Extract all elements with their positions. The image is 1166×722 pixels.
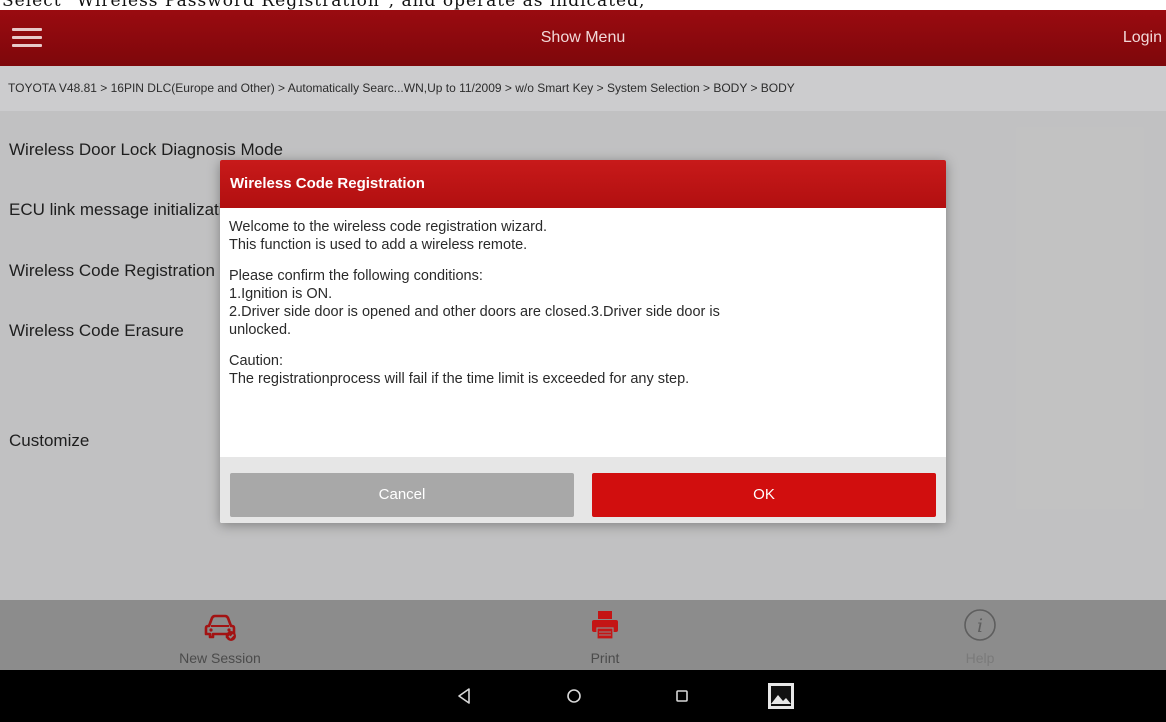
wireless-code-registration-dialog: Wireless Code Registration Welcome to th… — [220, 160, 946, 523]
ok-button[interactable]: OK — [592, 473, 936, 517]
new-session-label: New Session — [179, 650, 261, 666]
print-button[interactable]: Print — [555, 600, 655, 670]
printer-icon — [592, 611, 618, 640]
back-icon[interactable] — [450, 682, 478, 710]
svg-text:i: i — [977, 615, 983, 637]
login-button[interactable]: Login — [1123, 10, 1162, 66]
dialog-intro: Welcome to the wireless code registratio… — [229, 219, 548, 253]
breadcrumb: TOYOTA V48.81 > 16PIN DLC(Europe and Oth… — [0, 66, 1166, 111]
print-label: Print — [590, 650, 620, 666]
help-label: Help — [965, 650, 995, 666]
cancel-button[interactable]: Cancel — [230, 473, 574, 517]
dialog-body: Welcome to the wireless code registratio… — [229, 218, 929, 388]
document-caption-text: Select "Wireless Password Registration",… — [2, 0, 646, 10]
car-icon — [204, 614, 236, 641]
gallery-icon[interactable] — [765, 680, 797, 712]
header-title[interactable]: Show Menu — [0, 10, 1166, 66]
info-icon: i — [964, 609, 996, 641]
document-caption: Select "Wireless Password Registration",… — [0, 0, 1166, 10]
home-icon[interactable] — [560, 682, 588, 710]
dialog-title: Wireless Code Registration — [220, 160, 946, 208]
new-session-button[interactable]: New Session — [150, 600, 290, 670]
app-header: Show Menu Login — [0, 10, 1166, 66]
dialog-footer: Cancel OK — [220, 457, 946, 523]
help-button[interactable]: i Help — [930, 600, 1030, 670]
bottom-toolbar: New Session Print i Help — [0, 600, 1166, 670]
dialog-caution: Caution: The registrationprocess will fa… — [229, 353, 690, 387]
android-navigation-bar — [0, 670, 1166, 722]
recent-apps-icon[interactable] — [668, 682, 696, 710]
dialog-conditions: Please confirm the following conditions:… — [229, 268, 720, 338]
